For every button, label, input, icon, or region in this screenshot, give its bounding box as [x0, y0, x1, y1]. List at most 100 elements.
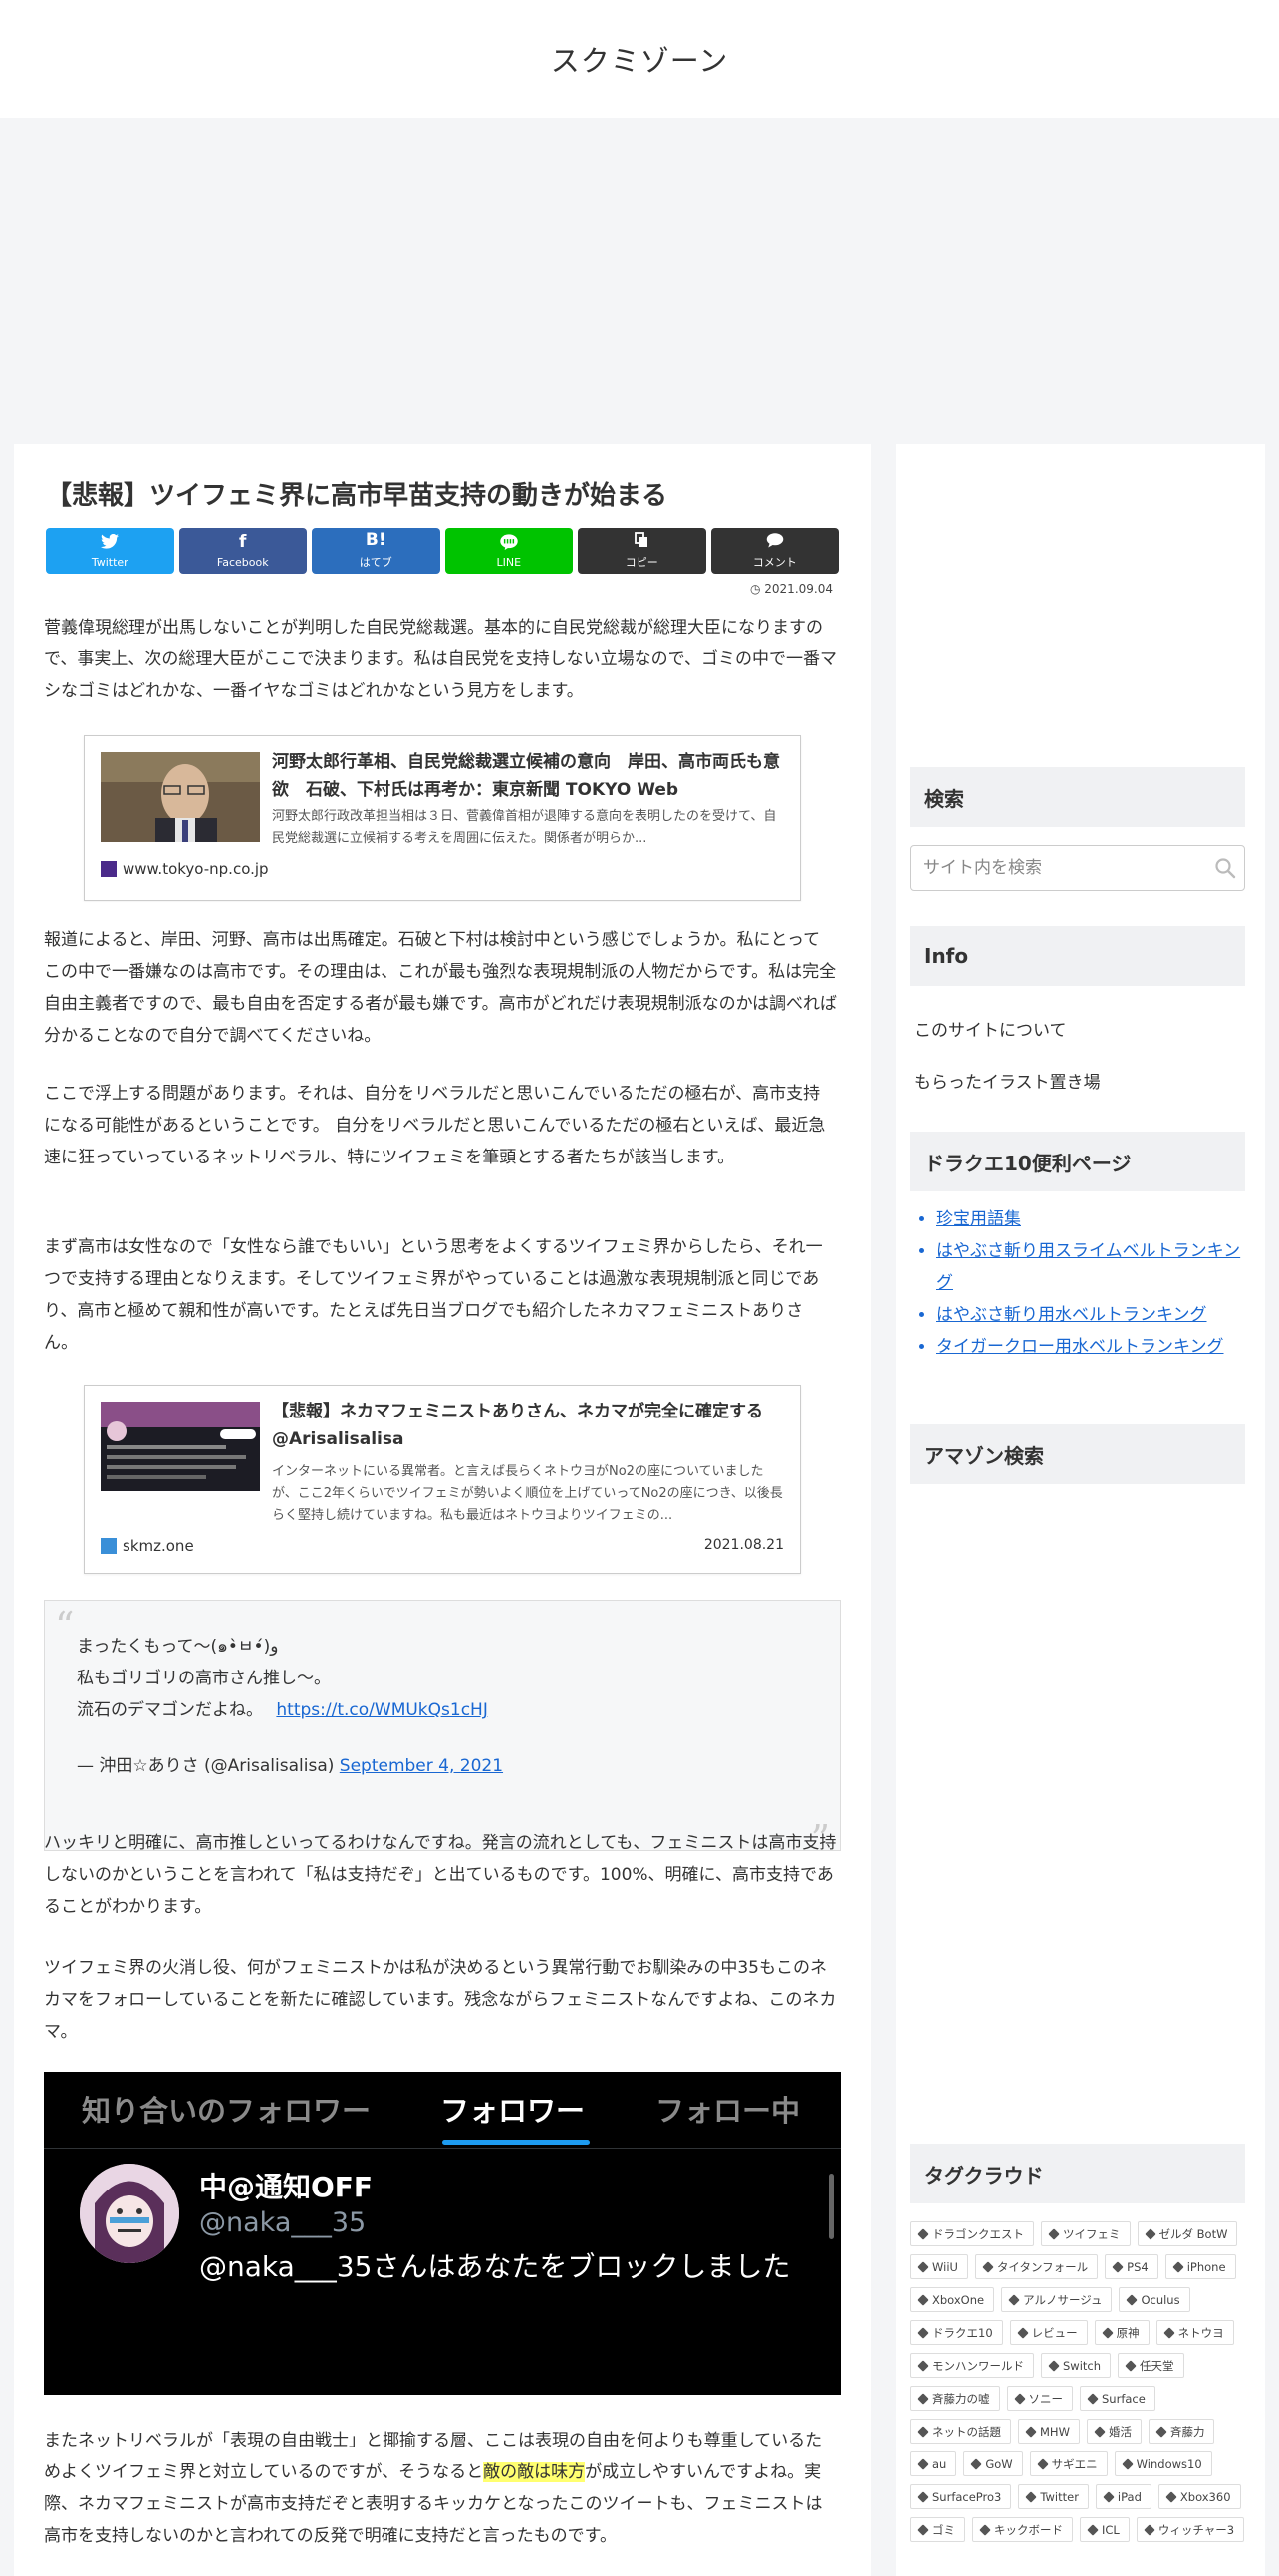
share-line-button[interactable]: LINE: [444, 528, 573, 574]
tag-link[interactable]: Xbox360: [1157, 2484, 1241, 2509]
tag-link[interactable]: 斉藤力: [1148, 2419, 1215, 2444]
tweet-link[interactable]: https://t.co/WMUkQs1cHJ: [276, 1700, 487, 1720]
copy-icon: [635, 532, 648, 551]
share-facebook-button[interactable]: f Facebook: [178, 528, 307, 574]
share-comment-label: コメント: [752, 556, 797, 569]
tag-link[interactable]: ICL: [1080, 2517, 1130, 2542]
dq-link-glossary[interactable]: 珍宝用語集: [936, 1209, 1021, 1229]
tag-link[interactable]: キックボード: [972, 2517, 1073, 2542]
tag-label: Surface: [1102, 2391, 1146, 2406]
tag-link[interactable]: iPad: [1095, 2484, 1151, 2509]
skmz-favicon-icon: [101, 1538, 117, 1554]
tag-link[interactable]: ゴミ: [910, 2517, 965, 2542]
tag-link[interactable]: 斉藤力の嘘: [910, 2386, 1000, 2411]
share-twitter-label: Twitter: [91, 555, 128, 569]
tag-link[interactable]: GoW: [963, 2451, 1023, 2476]
tag-link[interactable]: モンハンワールド: [910, 2353, 1034, 2378]
tag-link[interactable]: 婚活: [1086, 2419, 1142, 2444]
tag-label: ドラクエ10: [932, 2325, 993, 2340]
tag-label: Windows10: [1136, 2456, 1202, 2471]
card-site: skmz.one: [101, 1537, 194, 1555]
tag-link[interactable]: Surface: [1080, 2386, 1155, 2411]
dq-widget-heading: ドラクエ10便利ページ: [910, 1132, 1245, 1191]
screenshot-tab-underline: [442, 2140, 590, 2145]
tag-link[interactable]: ドラクエ10: [910, 2320, 1003, 2345]
card-title: 【悲報】ネカマフェミニストありさん、ネカマが完全に確定する @Arisalisa…: [272, 1402, 763, 1449]
tag-link[interactable]: レビュー: [1009, 2320, 1088, 2345]
tag-link[interactable]: タイタンフォール: [974, 2254, 1099, 2279]
tag-icon: [1155, 2425, 1167, 2438]
tag-link[interactable]: ソニー: [1006, 2386, 1073, 2411]
dq-link-list: 珍宝用語集 はやぶさ斬り用スライムベルトランキング はやぶさ斬り用水ベルトランキ…: [914, 1203, 1243, 1363]
tag-icon: [917, 2523, 929, 2536]
open-quote-icon: “: [55, 1604, 75, 1648]
info-link-about[interactable]: このサイトについて: [914, 1016, 1067, 1041]
tag-label: au: [932, 2456, 947, 2471]
tag-link[interactable]: アルノサージュ: [1001, 2287, 1113, 2312]
tag-link[interactable]: iPhone: [1164, 2254, 1236, 2279]
tag-icon: [1037, 2457, 1049, 2470]
tweet-date-link[interactable]: September 4, 2021: [340, 1756, 503, 1776]
tag-link[interactable]: Switch: [1041, 2353, 1112, 2378]
card-description: 河野太郎行政改革担当相は３日、菅義偉首相が退陣する意向を表明したのを受けて、自民…: [272, 809, 777, 846]
tag-label: WiiU: [932, 2259, 958, 2274]
tag-icon: [917, 2326, 929, 2339]
tag-label: ドラゴンクエスト: [932, 2226, 1024, 2241]
blog-card-skmz[interactable]: 【悲報】ネカマフェミニストありさん、ネカマが完全に確定する @Arisalisa…: [84, 1385, 801, 1574]
tag-link[interactable]: Twitter: [1018, 2484, 1089, 2509]
dq-link-slime-belt[interactable]: はやぶさ斬り用スライムベルトランキング: [936, 1241, 1240, 1293]
tag-link[interactable]: ツイフェミ: [1041, 2221, 1131, 2246]
tag-link[interactable]: PS4: [1105, 2254, 1158, 2279]
dq-link-water-belt[interactable]: はやぶさ斬り用水ベルトランキング: [936, 1305, 1207, 1325]
tag-link[interactable]: 任天堂: [1118, 2353, 1184, 2378]
tag-link[interactable]: MHW: [1018, 2419, 1080, 2444]
screenshot-divider: [44, 2148, 841, 2149]
tag-icon: [1162, 2326, 1175, 2339]
tag-link[interactable]: Oculus: [1119, 2287, 1190, 2312]
tag-label: Switch: [1063, 2358, 1102, 2373]
tag-link[interactable]: ネットの話題: [910, 2419, 1011, 2444]
tag-label: ICL: [1102, 2522, 1120, 2537]
tag-link[interactable]: サギエニ: [1029, 2451, 1108, 2476]
info-link-illustrations[interactable]: もらったイラスト置き場: [914, 1068, 1101, 1093]
share-facebook-label: Facebook: [216, 555, 269, 569]
hatena-icon: B!: [365, 530, 386, 550]
tag-label: タイタンフォール: [996, 2259, 1089, 2274]
share-twitter-button[interactable]: Twitter: [46, 528, 174, 574]
tag-label: iPhone: [1186, 2259, 1226, 2274]
share-hatena-button[interactable]: B! はてブ: [312, 528, 440, 574]
search-icon[interactable]: [1214, 857, 1236, 879]
tag-label: iPad: [1117, 2489, 1142, 2504]
paragraph-6: ツイフェミ界の火消し役、何がフェミニストかは私が決めるという異常行動でお馴染みの…: [44, 1958, 837, 2042]
tag-link[interactable]: XboxOne: [910, 2287, 995, 2312]
tag-label: キックボード: [994, 2522, 1063, 2537]
paragraph-4: まず高市は女性なので「女性なら誰でもいい」という思考をよくするツイフェミ界からし…: [44, 1237, 823, 1353]
dq-list-item: 珍宝用語集: [936, 1203, 1243, 1235]
tag-link[interactable]: WiiU: [910, 2254, 968, 2279]
tag-label: ツイフェミ: [1063, 2226, 1121, 2241]
tag-link[interactable]: au: [910, 2451, 957, 2476]
site-title[interactable]: スクミゾーン: [551, 38, 729, 80]
dq-list-item: はやぶさ斬り用スライムベルトランキング: [936, 1235, 1243, 1299]
tag-link[interactable]: ウィッチャー3: [1136, 2517, 1245, 2542]
tag-label: SurfacePro3: [932, 2489, 1002, 2504]
tag-link[interactable]: SurfacePro3: [910, 2484, 1012, 2509]
tweet-attribution: — 沖田☆ありさ (@Arisalisalisa) September 4, 2…: [77, 1750, 814, 1782]
tag-label: MHW: [1040, 2424, 1070, 2439]
tag-label: Oculus: [1141, 2292, 1180, 2307]
blog-card-tokyo-np[interactable]: 河野太郎行革相、自民党総裁選立候補の意向 岸田、高市両氏も意欲 石破、下村氏は再…: [84, 735, 801, 901]
tweet-line-3-text: 流石のデマゴンだよね。: [77, 1700, 263, 1720]
post-date-text: 2021.09.04: [764, 582, 833, 596]
tag-link[interactable]: 原神: [1094, 2320, 1150, 2345]
tag-link[interactable]: ネトウヨ: [1155, 2320, 1234, 2345]
tag-cloud-heading: タグクラウド: [910, 2144, 1245, 2203]
tag-icon: [1101, 2326, 1114, 2339]
tag-link[interactable]: ゼルダ BotW: [1137, 2221, 1238, 2246]
tag-link[interactable]: Windows10: [1114, 2451, 1212, 2476]
search-input[interactable]: [911, 846, 1200, 890]
dq-link-tiger-water-belt[interactable]: タイガークロー用水ベルトランキング: [936, 1337, 1224, 1357]
share-copy-button[interactable]: コピー: [578, 528, 706, 574]
tag-link[interactable]: ドラゴンクエスト: [910, 2221, 1034, 2246]
share-comment-button[interactable]: コメント: [710, 528, 839, 574]
paragraph-7: またネットリベラルが「表現の自由戦士」と揶揄する層、ここは表現の自由を何よりも尊…: [44, 2425, 837, 2552]
